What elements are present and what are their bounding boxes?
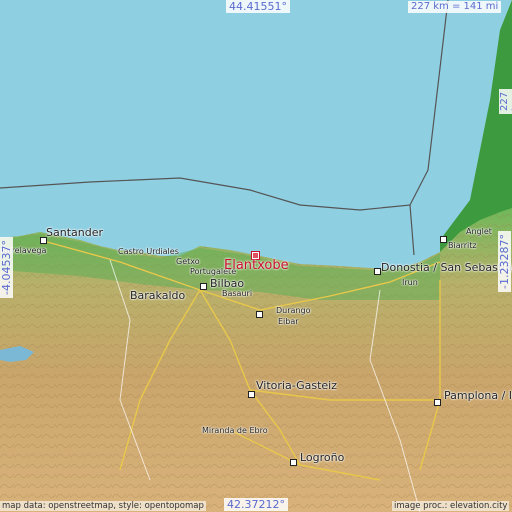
attribution-right[interactable]: image proc.: elevation.city	[392, 501, 510, 511]
city-marker-vitoria	[248, 391, 255, 398]
coord-bottom: 42.37212°	[224, 498, 288, 511]
city-marker-santander	[40, 237, 47, 244]
place-santander[interactable]: Santander	[46, 227, 103, 238]
place-durango[interactable]: Durango	[276, 305, 310, 316]
place-castro-urdiales[interactable]: Castro Urdiales	[118, 246, 179, 257]
place-barakaldo[interactable]: Barakaldo	[130, 290, 185, 301]
scale-right: 227 km = 141 mi	[499, 88, 512, 114]
coord-left: -4.04537°	[0, 237, 13, 298]
city-marker-donostia	[374, 268, 381, 275]
place-anglet[interactable]: Anglet	[466, 226, 492, 237]
place-irun[interactable]: Irun	[402, 277, 418, 288]
city-marker-biarritz	[440, 236, 447, 243]
coord-top: 44.41551°	[226, 0, 290, 13]
scale-top: 227 km = 141 mi	[408, 1, 502, 13]
place-pamplona[interactable]: Pamplona / Iruña	[444, 390, 512, 401]
place-eibar[interactable]: Eibar	[278, 316, 299, 327]
city-marker-bilbao	[200, 283, 207, 290]
place-miranda-de-ebro[interactable]: Miranda de Ebro	[202, 425, 268, 436]
coord-right: -1.23287°	[498, 231, 511, 292]
map-view[interactable]: Santander Torrelavega Castro Urdiales Ge…	[0, 0, 512, 512]
place-biarritz[interactable]: Biarritz	[448, 240, 477, 251]
place-basauri[interactable]: Basauri	[222, 288, 252, 299]
place-logrono[interactable]: Logroño	[300, 452, 344, 463]
place-donostia[interactable]: Donostia / San Sebastián	[381, 262, 512, 273]
city-marker-durango	[256, 311, 263, 318]
city-marker-logrono	[290, 459, 297, 466]
city-marker-pamplona	[434, 399, 441, 406]
place-vitoria-gasteiz[interactable]: Vitoria-Gasteiz	[256, 380, 337, 391]
attribution-left[interactable]: map data: openstreetmap, style: opentopo…	[0, 501, 206, 511]
highlight-place-label[interactable]: Elantxobe	[224, 259, 289, 272]
